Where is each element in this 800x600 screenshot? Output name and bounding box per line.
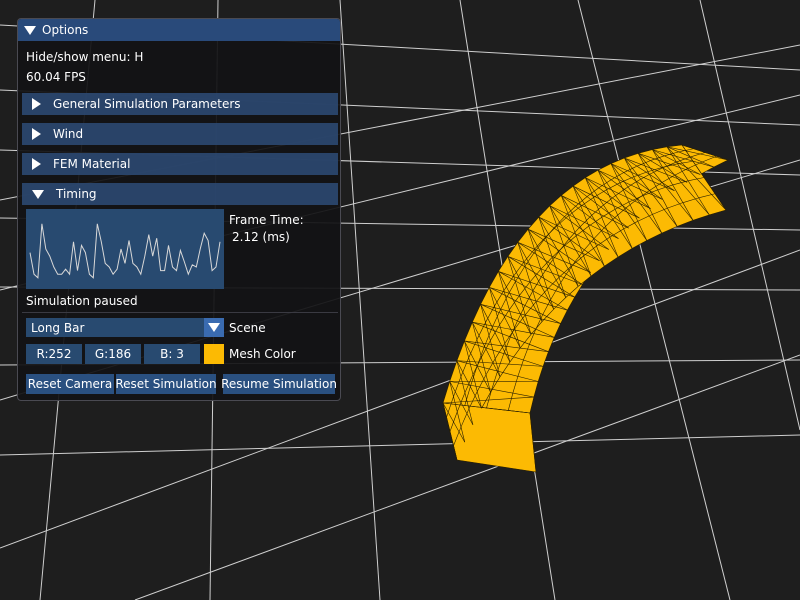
window-title: Options bbox=[42, 23, 89, 37]
frame-time-graph bbox=[29, 223, 221, 279]
mesh-color-label: Mesh Color bbox=[229, 347, 296, 361]
section-wind[interactable]: Wind bbox=[22, 123, 338, 145]
reset-camera-button[interactable]: Reset Camera bbox=[26, 374, 114, 394]
grid-line bbox=[0, 434, 800, 456]
status-text: Simulation paused bbox=[26, 294, 138, 308]
section-label: Timing bbox=[56, 187, 97, 201]
section-label: General Simulation Parameters bbox=[53, 97, 241, 111]
expand-arrow-icon bbox=[32, 98, 41, 110]
section-general-simulation-parameters[interactable]: General Simulation Parameters bbox=[22, 93, 338, 115]
resume-simulation-button[interactable]: Resume Simulation bbox=[221, 374, 337, 394]
options-titlebar[interactable]: Options bbox=[18, 19, 340, 41]
section-label: Wind bbox=[53, 127, 84, 141]
blue-channel-input[interactable]: B: 3 bbox=[144, 344, 200, 364]
section-fem-material[interactable]: FEM Material bbox=[22, 153, 338, 175]
scene-dropdown-button[interactable] bbox=[204, 318, 224, 337]
grid-line bbox=[577, 0, 731, 600]
grid-line bbox=[699, 0, 800, 431]
chevron-down-icon bbox=[208, 323, 220, 332]
section-timing[interactable]: Timing bbox=[22, 183, 338, 205]
red-channel-input[interactable]: R:252 bbox=[26, 344, 82, 364]
frame-time-line bbox=[29, 223, 221, 279]
collapse-arrow-icon[interactable] bbox=[24, 25, 36, 35]
grid-line bbox=[339, 0, 381, 600]
options-window[interactable]: Options Hide/show menu: H 60.04 FPS Gene… bbox=[17, 18, 341, 401]
hint-text: Hide/show menu: H bbox=[26, 50, 144, 64]
separator bbox=[22, 312, 338, 313]
fps-text: 60.04 FPS bbox=[26, 70, 86, 84]
scene-select[interactable]: Long Bar bbox=[26, 318, 224, 337]
expand-arrow-icon bbox=[32, 128, 41, 140]
mesh-color-swatch[interactable] bbox=[204, 344, 224, 364]
expand-arrow-icon bbox=[32, 158, 41, 170]
reset-simulation-button[interactable]: Reset Simulation bbox=[115, 374, 217, 394]
scene-selected-value: Long Bar bbox=[31, 320, 85, 335]
frame-time-plot[interactable] bbox=[26, 209, 224, 289]
section-label: FEM Material bbox=[53, 157, 131, 171]
green-channel-input[interactable]: G:186 bbox=[85, 344, 141, 364]
frame-time-value: 2.12 (ms) bbox=[232, 230, 290, 244]
scene-label: Scene bbox=[229, 321, 266, 335]
frame-time-label: Frame Time: bbox=[229, 213, 304, 227]
collapse-arrow-icon bbox=[32, 189, 44, 199]
